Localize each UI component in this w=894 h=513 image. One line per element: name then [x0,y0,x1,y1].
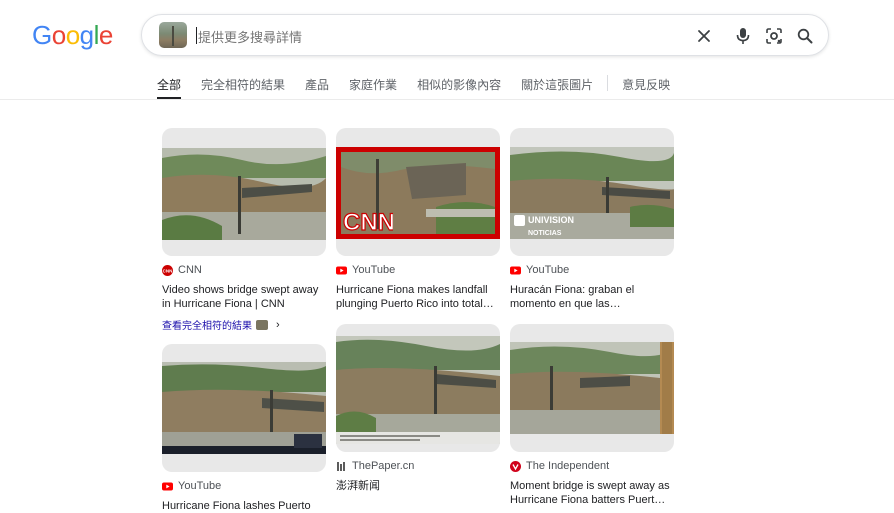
result-title[interactable]: Hurricane Fiona lashes Puerto [162,499,326,513]
logo-letter: o [51,20,66,50]
result-card-thepaper[interactable]: ThePaper.cn 澎湃新闻 [336,324,500,493]
svg-text:CNN: CNN [163,268,173,273]
source-label: YouTube [352,264,396,276]
search-tabs: 全部 完全相符的結果 產品 家庭作業 相似的影像內容 關於這張圖片 意見反映 [157,74,690,100]
thepaper-icon [336,461,347,472]
result-card-independent[interactable]: The Independent Moment bridge is swept a… [510,324,674,507]
result-card-cnn[interactable]: CNN CNN Video shows bridge swept away in… [162,128,326,332]
result-card-youtube-1[interactable]: CNN YouTube Hurricane Fiona makes landfa… [336,128,500,311]
result-title[interactable]: Hurricane Fiona makes landfall plunging … [336,283,500,311]
univision-watermark: UNIVISION NOTICIAS [514,215,574,238]
result-image[interactable] [336,324,500,452]
logo-letter: g [79,20,94,50]
result-source[interactable]: The Independent [510,459,674,473]
source-label: The Independent [526,460,610,472]
cnn-watermark: CNN [343,208,393,234]
clear-icon[interactable] [693,25,715,47]
logo-letter: G [32,20,52,50]
univision-subbrand: NOTICIAS [528,230,562,237]
result-image[interactable] [510,324,674,452]
result-card-youtube-2[interactable]: UNIVISION NOTICIAS YouTube Huracán Fiona… [510,128,674,311]
exact-match-link[interactable]: 查看完全相符的結果 › [162,317,326,333]
search-icon[interactable] [794,25,816,47]
tab-visual-matches[interactable]: 相似的影像內容 [417,74,501,93]
result-image[interactable]: CNN [336,128,500,256]
cnn-icon: CNN [162,264,173,276]
independent-icon [510,460,521,472]
cnn-watermark-text: CNN [343,209,393,234]
flood-photo [162,148,326,240]
exact-match-label: 查看完全相符的結果 [162,321,252,332]
flood-photo [510,342,674,434]
tab-products[interactable]: 產品 [305,74,329,93]
flood-photo [162,362,326,454]
source-label: ThePaper.cn [352,460,415,472]
tab-exact-matches[interactable]: 完全相符的結果 [201,74,285,93]
univision-brand: UNIVISION [528,215,575,225]
result-source[interactable]: YouTube [336,263,500,277]
result-source[interactable]: YouTube [510,263,674,277]
tab-about-image[interactable]: 關於這張圖片 [521,74,593,93]
result-title[interactable]: Huracán Fiona: graban el momento en que … [510,283,674,311]
chevron-right-icon: › [276,318,280,331]
tab-feedback[interactable]: 意見反映 [622,74,670,93]
tab-homework[interactable]: 家庭作業 [349,74,397,93]
flood-photo [336,336,500,444]
univision-logo-icon [514,215,525,226]
result-source[interactable]: ThePaper.cn [336,459,500,473]
result-image[interactable] [162,128,326,256]
result-title[interactable]: Moment bridge is swept away as Hurricane… [510,479,674,507]
youtube-icon [510,265,521,276]
result-title[interactable]: 澎湃新闻 [336,479,500,493]
result-source[interactable]: YouTube [162,479,326,493]
query-image-thumbnail[interactable] [159,22,187,48]
result-title[interactable]: Video shows bridge swept away in Hurrica… [162,283,326,311]
source-label: CNN [178,264,202,276]
lens-icon[interactable] [763,25,785,47]
tab-separator [607,75,609,91]
youtube-icon [336,265,347,276]
logo-letter: e [98,20,113,50]
result-source[interactable]: CNN CNN [162,263,326,277]
mic-icon[interactable] [732,25,754,47]
result-card-youtube-3[interactable]: YouTube Hurricane Fiona lashes Puerto [162,344,326,513]
text-caret [196,27,197,44]
search-bar[interactable] [141,14,829,56]
source-label: YouTube [178,480,222,492]
tab-all[interactable]: 全部 [157,74,182,100]
youtube-icon [162,481,173,492]
search-input[interactable] [196,26,680,48]
logo-letter: o [65,20,80,50]
header-divider [0,99,894,100]
source-label: YouTube [526,264,570,276]
result-image[interactable]: UNIVISION NOTICIAS [510,128,674,256]
exact-match-thumbnail [256,319,268,330]
result-image[interactable] [162,344,326,472]
google-logo[interactable]: Google [32,20,113,51]
